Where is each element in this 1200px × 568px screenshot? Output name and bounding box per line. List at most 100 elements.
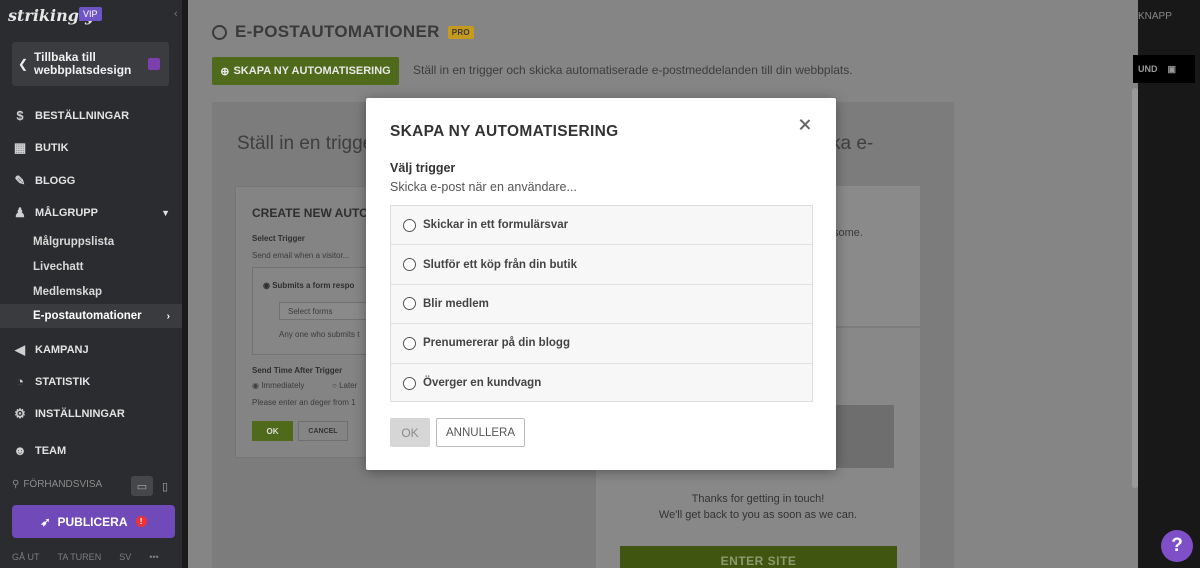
- sidebar-subitem-livechat[interactable]: Livechatt: [0, 255, 182, 279]
- vip-badge: VIP: [79, 7, 102, 21]
- site-thumbnail-icon: [148, 58, 160, 70]
- page-title: E-POSTAUTOMATIONER: [235, 22, 440, 41]
- thanks-line-2: We'll get back to you as soon as we can.: [658, 509, 858, 521]
- sidebar-subitem-membership[interactable]: Medlemskap: [0, 280, 182, 304]
- radio-button[interactable]: [403, 258, 416, 272]
- chevron-left-icon: ❮: [17, 57, 29, 71]
- alert-icon: !: [135, 516, 147, 527]
- card-submits-option: ◉ Submits a form respo: [263, 281, 355, 290]
- close-icon[interactable]: [797, 117, 813, 133]
- card-immediately: ◉ Immediately: [252, 381, 305, 390]
- plus-circle-icon: ⊕: [220, 65, 230, 78]
- chevron-down-icon: ▼: [161, 208, 170, 218]
- people-icon: ♟: [14, 205, 26, 220]
- card-cancel-button[interactable]: CANCEL: [298, 421, 348, 441]
- trigger-option-abandoned-cart[interactable]: Överger en kundvagn: [391, 364, 812, 403]
- sidebar-subitem-email-automations[interactable]: E-postautomationer ›: [0, 304, 182, 328]
- collapse-sidebar-icon[interactable]: ‹: [174, 8, 178, 20]
- sidebar-bottom-bar: GÅ UT TA TUREN SV •••: [12, 552, 159, 562]
- trigger-option-label: Slutför ett köp från din butik: [423, 258, 577, 271]
- sidebar-item-audience[interactable]: ♟ MÅLGRUPP ▼: [0, 199, 182, 227]
- sidebar-subitem-label: E-postautomationer: [33, 310, 142, 322]
- gear-icon: ⚙: [14, 406, 26, 421]
- sidebar-item-team[interactable]: ☻ TEAM: [0, 437, 182, 465]
- more-icon[interactable]: •••: [149, 552, 158, 562]
- help-button[interactable]: ?: [1161, 530, 1193, 562]
- create-automation-button[interactable]: ⊕ SKAPA NY AUTOMATISERING: [212, 57, 399, 85]
- desktop-preview-button[interactable]: ▭: [131, 476, 153, 496]
- card-later-label: Later: [339, 381, 358, 390]
- pen-icon: ✎: [14, 173, 26, 188]
- clock-icon: [212, 24, 227, 40]
- sidebar-item-blog[interactable]: ✎ BLOGG: [0, 167, 182, 195]
- publish-label: PUBLICERA: [57, 514, 128, 529]
- scrollbar[interactable]: [1132, 88, 1138, 488]
- search-icon: ⚲: [12, 479, 20, 490]
- back-label: Tillbaka till webbplatsdesign: [34, 50, 132, 77]
- pie-chart-icon: ◔: [16, 374, 24, 389]
- publish-button[interactable]: ➶ PUBLICERA !: [12, 505, 175, 538]
- trigger-option-member[interactable]: Blir medlem: [391, 285, 812, 325]
- app-root: strikingly VIP ‹ ❮ Tillbaka till webbpla…: [0, 0, 1200, 568]
- sidebar-item-store[interactable]: ▦ BUTIK: [0, 134, 182, 162]
- card-anyone-text: Any one who submits t: [279, 330, 360, 339]
- back-to-site-design-button[interactable]: ❮ Tillbaka till webbplatsdesign: [12, 42, 169, 86]
- trigger-option-label: Överger en kundvagn: [423, 377, 542, 390]
- chevron-right-icon: ›: [166, 310, 170, 322]
- modal-title: SKAPA NY AUTOMATISERING: [390, 123, 619, 140]
- sidebar-subitem-audience-list[interactable]: Målgruppslista: [0, 230, 182, 254]
- trigger-option-label: Skickar in ett formulärsvar: [423, 219, 569, 232]
- choose-trigger-label: Välj trigger: [390, 161, 456, 175]
- rocket-icon: ➶: [40, 514, 51, 529]
- card-select-forms[interactable]: Select forms: [279, 302, 369, 320]
- right-button-1[interactable]: KNAPP: [1138, 11, 1172, 22]
- pro-badge: PRO: [447, 25, 474, 39]
- trigger-subtitle: Skicka e-post när en användare...: [390, 180, 577, 194]
- card-title: CREATE NEW AUTOM: [252, 206, 379, 220]
- radio-button[interactable]: [403, 218, 416, 232]
- card-submits-label: Submits a form respo: [272, 281, 355, 290]
- modal-cancel-button[interactable]: ANNULLERA: [436, 418, 525, 447]
- right-button-2[interactable]: UND ▣: [1133, 55, 1195, 83]
- sidebar: strikingly VIP ‹ ❮ Tillbaka till webbpla…: [0, 0, 182, 568]
- card-ok-button[interactable]: OK: [252, 421, 293, 441]
- sidebar-item-campaign[interactable]: ◀ KAMPANJ: [0, 336, 182, 364]
- background-heading-right: ka e-: [831, 133, 874, 154]
- sidebar-item-orders[interactable]: $ BESTÄLLNINGAR: [0, 102, 182, 130]
- card-hint: Please enter an deger from 1: [252, 398, 356, 407]
- cart-icon: ▦: [13, 140, 27, 155]
- megaphone-icon: ◀: [15, 342, 25, 357]
- right-button-2-label: UND: [1138, 64, 1158, 74]
- mobile-preview-button[interactable]: ▯: [154, 476, 176, 496]
- preview-link[interactable]: ⚲ FÖRHANDSVISA: [12, 479, 102, 490]
- dollar-circle-icon: $: [16, 108, 24, 123]
- trigger-option-label: Blir medlem: [423, 297, 489, 310]
- trigger-option-form-submission[interactable]: Skickar in ett formulärsvar: [391, 206, 812, 246]
- sidebar-item-statistics[interactable]: ◔ STATISTIK: [0, 368, 182, 396]
- card-immediately-label: Immediately: [261, 381, 305, 390]
- logout-link[interactable]: GÅ UT: [12, 552, 40, 562]
- enter-site-button[interactable]: ENTER SITE: [620, 546, 897, 568]
- create-automation-modal: SKAPA NY AUTOMATISERING Välj trigger Ski…: [366, 98, 836, 470]
- radio-button[interactable]: [403, 376, 416, 390]
- preview-text: some.: [833, 227, 863, 239]
- sidebar-item-label: INSTÄLLNINGAR: [35, 408, 125, 420]
- pineapple-image: [828, 405, 894, 468]
- background-heading: Ställ in en trigger: [237, 133, 380, 154]
- sidebar-item-settings[interactable]: ⚙ INSTÄLLNINGAR: [0, 400, 182, 428]
- page-header: E-POSTAUTOMATIONER PRO: [212, 22, 474, 42]
- sidebar-item-label: KAMPANJ: [35, 344, 89, 356]
- trigger-option-blog-subscribe[interactable]: Prenumererar på din blogg: [391, 324, 812, 364]
- modal-ok-button[interactable]: OK: [390, 418, 430, 447]
- preview-label: FÖRHANDSVISA: [23, 479, 103, 490]
- right-panel: [1138, 0, 1200, 568]
- radio-button[interactable]: [403, 297, 416, 311]
- radio-button[interactable]: [403, 336, 416, 350]
- trigger-option-label: Prenumererar på din blogg: [423, 337, 570, 350]
- sidebar-item-label: BUTIK: [35, 142, 69, 154]
- card-send-email: Send email when a visitor...: [252, 251, 350, 260]
- card-send-time: Send Time After Trigger: [252, 366, 343, 375]
- take-tour-link[interactable]: TA TUREN: [58, 552, 102, 562]
- language-selector[interactable]: SV: [119, 552, 131, 562]
- trigger-option-purchase[interactable]: Slutför ett köp från din butik: [391, 245, 812, 285]
